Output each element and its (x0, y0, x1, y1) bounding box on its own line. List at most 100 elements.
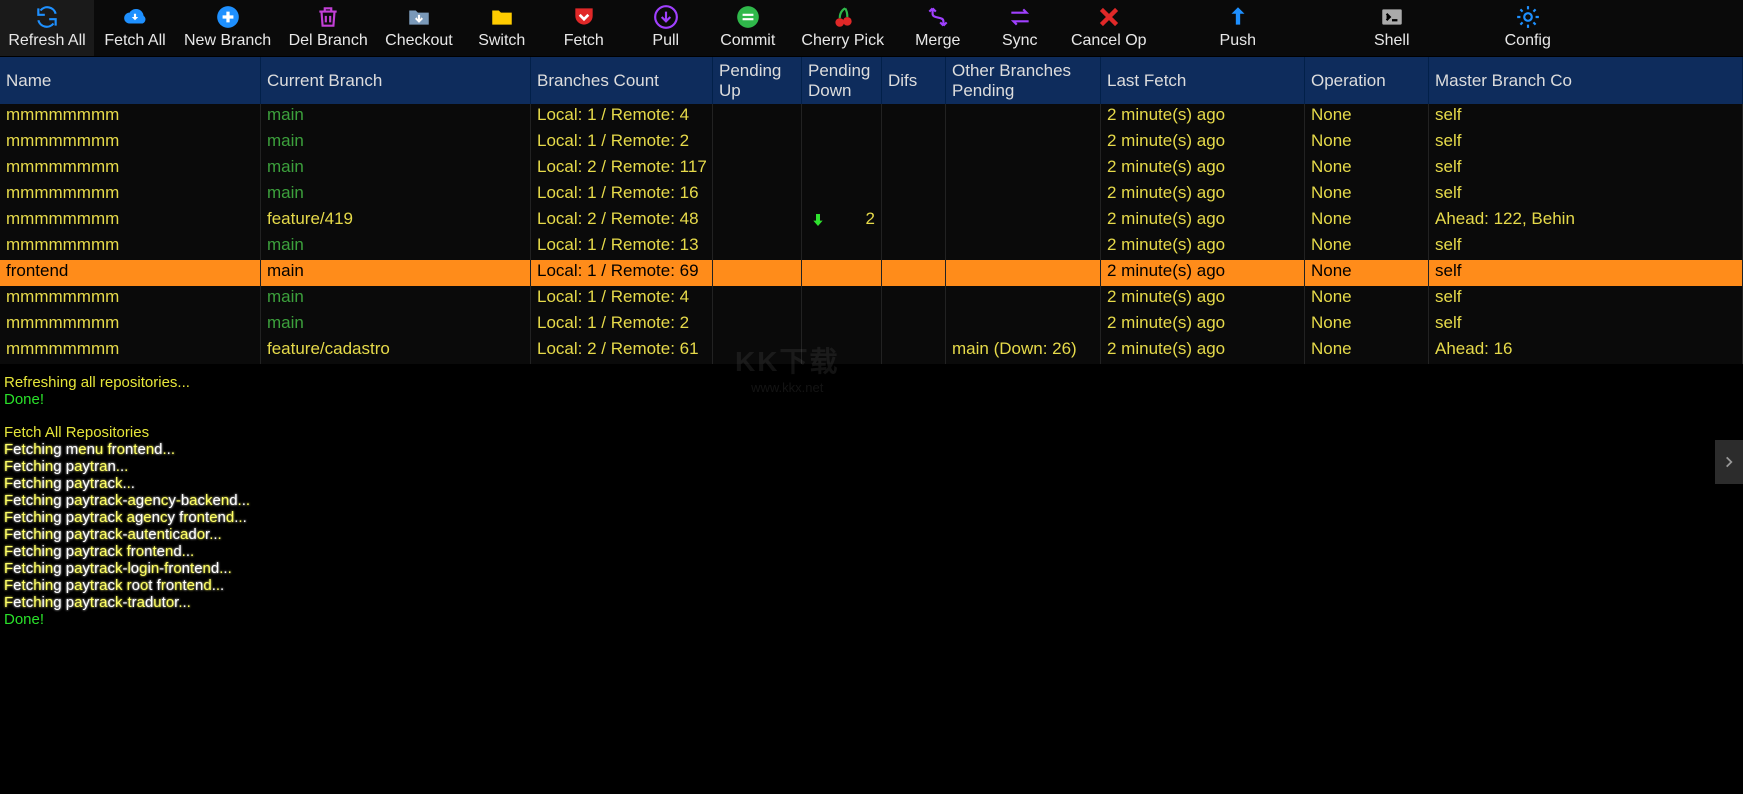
switch-button[interactable]: Switch (461, 0, 543, 56)
cell-branches-count: Local: 1 / Remote: 4 (531, 286, 713, 312)
table-row[interactable]: mmmmmmmmmainLocal: 1 / Remote: 42 minute… (0, 286, 1743, 312)
cell-last-fetch: 2 minute(s) ago (1101, 130, 1305, 156)
cell-difs (882, 156, 946, 182)
checkout-label: Checkout (385, 32, 453, 50)
cell-current-branch: main (261, 104, 531, 130)
table-row[interactable]: mmmmmmmmmainLocal: 2 / Remote: 1172 minu… (0, 156, 1743, 182)
fetch-button[interactable]: Fetch (543, 0, 625, 56)
cell-current-branch: main (261, 130, 531, 156)
cell-pending-down (802, 182, 882, 208)
merge-label: Merge (915, 32, 960, 50)
expand-panel-button[interactable] (1715, 440, 1743, 484)
cell-name: frontend (0, 260, 261, 286)
cell-last-fetch: 2 minute(s) ago (1101, 338, 1305, 364)
shell-button[interactable]: Shell (1351, 0, 1433, 56)
cell-last-fetch: 2 minute(s) ago (1101, 286, 1305, 312)
col-pending-down[interactable]: Pending Down (802, 57, 882, 104)
cell-name: mmmmmmmm (0, 208, 261, 234)
cell-other-branches-pending (946, 312, 1101, 338)
terminal-icon (1379, 4, 1405, 30)
cell-name: mmmmmmmm (0, 234, 261, 260)
cell-pending-down (802, 338, 882, 364)
table-row[interactable]: mmmmmmmmmainLocal: 1 / Remote: 22 minute… (0, 130, 1743, 156)
sync-button[interactable]: Sync (979, 0, 1061, 56)
col-current-branch[interactable]: Current Branch (261, 57, 531, 104)
cell-other-branches-pending (946, 182, 1101, 208)
cell-pending-up (713, 234, 802, 260)
table-row[interactable]: frontendmainLocal: 1 / Remote: 692 minut… (0, 260, 1743, 286)
cell-operation: None (1305, 208, 1429, 234)
cherry-pick-button[interactable]: Cherry Pick (789, 0, 897, 56)
cancel-op-label: Cancel Op (1071, 32, 1147, 50)
cell-current-branch: feature/cadastro (261, 338, 531, 364)
table-row[interactable]: mmmmmmmmfeature/419Local: 2 / Remote: 48… (0, 208, 1743, 234)
cell-difs (882, 234, 946, 260)
cell-other-branches-pending (946, 130, 1101, 156)
x-icon (1096, 4, 1122, 30)
col-last-fetch[interactable]: Last Fetch (1101, 57, 1305, 104)
push-button[interactable]: Push (1197, 0, 1279, 56)
col-difs[interactable]: Difs (882, 57, 946, 104)
col-branches-count[interactable]: Branches Count (531, 57, 713, 104)
cell-current-branch: feature/419 (261, 208, 531, 234)
cell-name: mmmmmmmm (0, 312, 261, 338)
table-row[interactable]: mmmmmmmmmainLocal: 1 / Remote: 132 minut… (0, 234, 1743, 260)
cell-operation: None (1305, 312, 1429, 338)
cell-current-branch: main (261, 260, 531, 286)
col-other-branches-pending[interactable]: Other Branches Pending (946, 57, 1101, 104)
cell-name: mmmmmmmm (0, 338, 261, 364)
merge-button[interactable]: Merge (897, 0, 979, 56)
col-master-branch-comparison[interactable]: Master Branch Co (1429, 57, 1743, 104)
cell-operation: None (1305, 338, 1429, 364)
cancel-op-button[interactable]: Cancel Op (1061, 0, 1157, 56)
arrow-up-icon (1225, 4, 1251, 30)
arrow-down-icon (810, 212, 826, 228)
loop-icon (1007, 4, 1033, 30)
cell-operation: None (1305, 130, 1429, 156)
config-button[interactable]: Config (1487, 0, 1569, 56)
cell-branches-count: Local: 2 / Remote: 48 (531, 208, 713, 234)
cell-last-fetch: 2 minute(s) ago (1101, 208, 1305, 234)
cell-difs (882, 208, 946, 234)
merge-icon (925, 4, 951, 30)
cell-master-branch-comparison: self (1429, 312, 1743, 338)
refresh-icon (34, 4, 60, 30)
commit-button[interactable]: Commit (707, 0, 789, 56)
cell-name: mmmmmmmm (0, 182, 261, 208)
table-row[interactable]: mmmmmmmmmainLocal: 1 / Remote: 162 minut… (0, 182, 1743, 208)
table-row[interactable]: mmmmmmmmmainLocal: 1 / Remote: 22 minute… (0, 312, 1743, 338)
cell-operation: None (1305, 104, 1429, 130)
cell-current-branch: main (261, 234, 531, 260)
fetch-all-button[interactable]: Fetch All (94, 0, 176, 56)
cherry-icon (830, 4, 856, 30)
cell-other-branches-pending (946, 260, 1101, 286)
del-branch-button[interactable]: Del Branch (279, 0, 377, 56)
cell-pending-up (713, 338, 802, 364)
new-branch-button[interactable]: New Branch (176, 0, 279, 56)
cell-other-branches-pending (946, 234, 1101, 260)
cloud-down-icon (122, 4, 148, 30)
toolbar: Refresh All Fetch AllNew Branch Del Branch… (0, 0, 1743, 57)
col-pending-up[interactable]: Pending Up (713, 57, 802, 104)
cell-master-branch-comparison: self (1429, 286, 1743, 312)
cell-master-branch-comparison: self (1429, 260, 1743, 286)
col-name[interactable]: Name (0, 57, 261, 104)
switch-label: Switch (478, 32, 525, 50)
refresh-all-label: Refresh All (8, 32, 85, 50)
cell-difs (882, 338, 946, 364)
del-branch-label: Del Branch (289, 32, 368, 50)
cell-difs (882, 182, 946, 208)
checkout-button[interactable]: Checkout (377, 0, 461, 56)
cell-master-branch-comparison: self (1429, 182, 1743, 208)
chevron-right-icon (1722, 455, 1736, 469)
col-operation[interactable]: Operation (1305, 57, 1429, 104)
cell-name: mmmmmmmm (0, 104, 261, 130)
cell-current-branch: main (261, 182, 531, 208)
refresh-all-button[interactable]: Refresh All (0, 0, 94, 56)
cell-operation: None (1305, 156, 1429, 182)
cell-master-branch-comparison: self (1429, 156, 1743, 182)
table-row[interactable]: mmmmmmmmmainLocal: 1 / Remote: 42 minute… (0, 104, 1743, 130)
table-row[interactable]: mmmmmmmmfeature/cadastroLocal: 2 / Remot… (0, 338, 1743, 364)
pull-button[interactable]: Pull (625, 0, 707, 56)
cell-current-branch: main (261, 312, 531, 338)
